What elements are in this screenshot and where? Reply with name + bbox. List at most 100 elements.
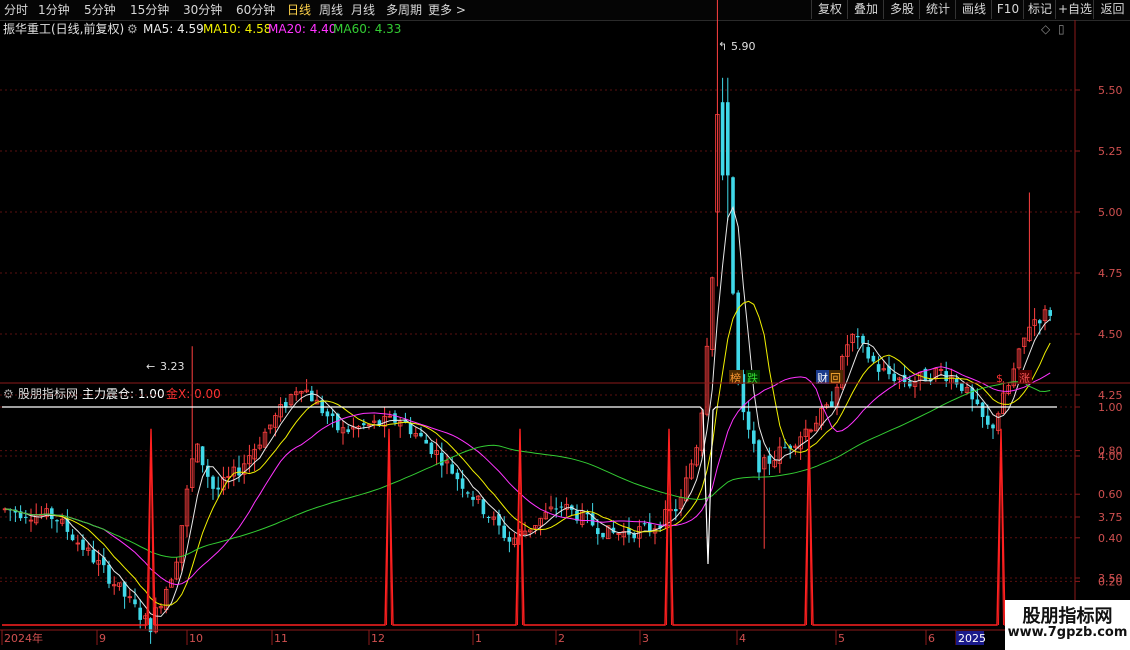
price-tick-label: 3.75 (1098, 511, 1123, 524)
candle-body (133, 599, 137, 605)
candle-body (554, 508, 558, 510)
candle-body (980, 402, 985, 418)
candle-body (731, 177, 735, 294)
candle-body (211, 476, 215, 489)
candle-body (138, 607, 142, 620)
time-tick-label: 2025 (958, 632, 986, 645)
jinx-spike (666, 437, 672, 626)
candle-body (752, 430, 756, 444)
axes: 5.505.255.004.754.504.254.003.753.501.00… (0, 20, 1130, 645)
time-tick-label: 4 (739, 632, 746, 645)
jinx-spike (148, 437, 154, 626)
high-price-label: 5.90 (731, 40, 756, 53)
candle-body (310, 390, 314, 402)
ma60-line (4, 381, 1051, 558)
price-tick-label: 5.25 (1098, 145, 1123, 158)
ma10-line (4, 300, 1051, 606)
candle-body (767, 455, 772, 464)
candle-body (674, 509, 678, 512)
candle-body (871, 355, 876, 362)
low-arrow: ← (146, 360, 155, 373)
time-tick-label: 5 (838, 632, 845, 645)
candle-body (440, 452, 444, 466)
candle-body (91, 549, 96, 563)
time-tick-label: 1 (475, 632, 482, 645)
candle-body (908, 381, 912, 387)
indicator-lines (2, 406, 1057, 626)
jinx-spike (386, 437, 392, 626)
candle-body (50, 508, 54, 520)
jinx-spike (806, 437, 812, 626)
candle-body (424, 439, 428, 444)
candle-body (216, 487, 220, 490)
price-tick-label: 4.50 (1098, 328, 1123, 341)
time-tick-label: 3 (642, 632, 649, 645)
candle-body (736, 292, 740, 376)
watermark: 股朋指标网 www.7gpzb.com (1005, 600, 1130, 650)
candle-body (1038, 320, 1042, 324)
candle-body (107, 564, 111, 584)
candle-body (502, 525, 506, 538)
moving-averages (4, 205, 1051, 617)
candle-body (393, 413, 397, 423)
candle-body (856, 335, 860, 338)
candlesticks (2, 0, 1052, 644)
candle-body (507, 537, 512, 542)
candle-body (466, 492, 470, 494)
chart-canvas: 5.90 ↰ 3.23 ← 榜跌财回 $ 涨 5.505.255.004.754.5… (0, 0, 1130, 645)
candle-body (81, 539, 85, 550)
indicator-tick-label: 0.80 (1098, 445, 1123, 458)
indicator-tick-label: 1.00 (1098, 401, 1123, 414)
candle-body (720, 102, 725, 176)
zhuli-zhencang-line (2, 406, 1057, 564)
ma20-line (4, 366, 1051, 586)
indicator-tick-label: 0.40 (1098, 532, 1123, 545)
time-tick-label: 2024年 (4, 631, 43, 645)
candle-body (1048, 310, 1052, 316)
jinx-line (2, 428, 1057, 626)
candle-body (450, 464, 454, 474)
time-tick-label: 2 (558, 632, 565, 645)
price-tick-label: 4.75 (1098, 267, 1123, 280)
high-arrow: ↰ (718, 40, 727, 53)
candle-body (460, 478, 465, 489)
candle-body (960, 383, 964, 391)
candle-body (861, 335, 865, 344)
candle-body (830, 401, 834, 407)
candle-body (975, 399, 980, 405)
time-tick-label: 10 (189, 632, 203, 645)
candle-body (991, 424, 995, 429)
candle-body (726, 102, 730, 176)
candle-body (783, 447, 787, 449)
indicator-tick-label: 0.60 (1098, 488, 1123, 501)
candle-body (55, 520, 59, 522)
indicator-tick-label: 0.20 (1098, 575, 1123, 588)
candle-body (325, 411, 330, 417)
time-tick-label: 6 (928, 632, 935, 645)
watermark-url: www.7gpzb.com (1007, 625, 1128, 640)
time-tick-label: 11 (274, 632, 288, 645)
candle-body (70, 534, 75, 541)
candle-body (486, 516, 491, 518)
ma5-line (4, 205, 1051, 617)
candle-body (330, 413, 335, 417)
candle-body (892, 373, 896, 382)
candle-body (866, 347, 870, 359)
candle-body (346, 429, 350, 433)
jinx-spike (998, 437, 1004, 626)
candle-body (200, 446, 205, 466)
candle-body (429, 442, 434, 454)
time-tick-label: 12 (371, 632, 385, 645)
candle-body (455, 472, 460, 480)
candle-body (481, 499, 486, 515)
candle-body (757, 440, 761, 473)
candle-body (419, 432, 423, 437)
candle-body (642, 523, 647, 525)
low-price-label: 3.23 (160, 360, 185, 373)
candle-body (559, 506, 564, 508)
candle-body (986, 415, 990, 425)
candle-body (596, 528, 600, 535)
candle-body (746, 411, 751, 430)
candle-body (471, 496, 475, 500)
candle-body (954, 378, 959, 385)
